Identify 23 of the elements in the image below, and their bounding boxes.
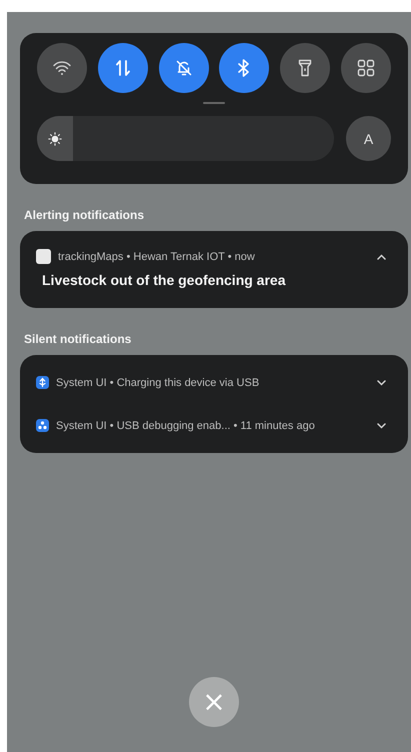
chevron-up-icon[interactable] [377, 254, 386, 260]
grid-icon [356, 59, 375, 77]
chevron-down-icon[interactable] [377, 422, 386, 428]
chevron-down-icon[interactable] [377, 380, 386, 386]
notification-header: System UI • Charging this device via USB [56, 376, 260, 388]
notification-text: Livestock out of the geofencing area [42, 272, 287, 288]
auto-brightness-button[interactable]: A [346, 116, 391, 161]
bell-off-icon [174, 59, 193, 77]
app-icon [36, 249, 51, 264]
apps-toggle[interactable] [340, 43, 391, 93]
brightness-slider[interactable] [37, 116, 334, 161]
wifi-icon [53, 60, 71, 76]
notification-header: System UI • USB debugging enab... • 11 minutes ago [56, 420, 316, 432]
wifi-toggle[interactable] [37, 43, 87, 93]
flashlight-icon [298, 59, 312, 77]
up-down-arrows-icon [114, 59, 131, 77]
section-heading: Alerting notifications [24, 208, 145, 222]
notification-header: trackingMaps • Hewan Ternak IOT • now [58, 250, 256, 262]
bluetooth-icon [237, 59, 252, 77]
section-heading: Silent notifications [24, 332, 132, 346]
debug-icon [36, 419, 49, 432]
usb-icon [36, 376, 49, 389]
sun-icon [48, 132, 62, 146]
